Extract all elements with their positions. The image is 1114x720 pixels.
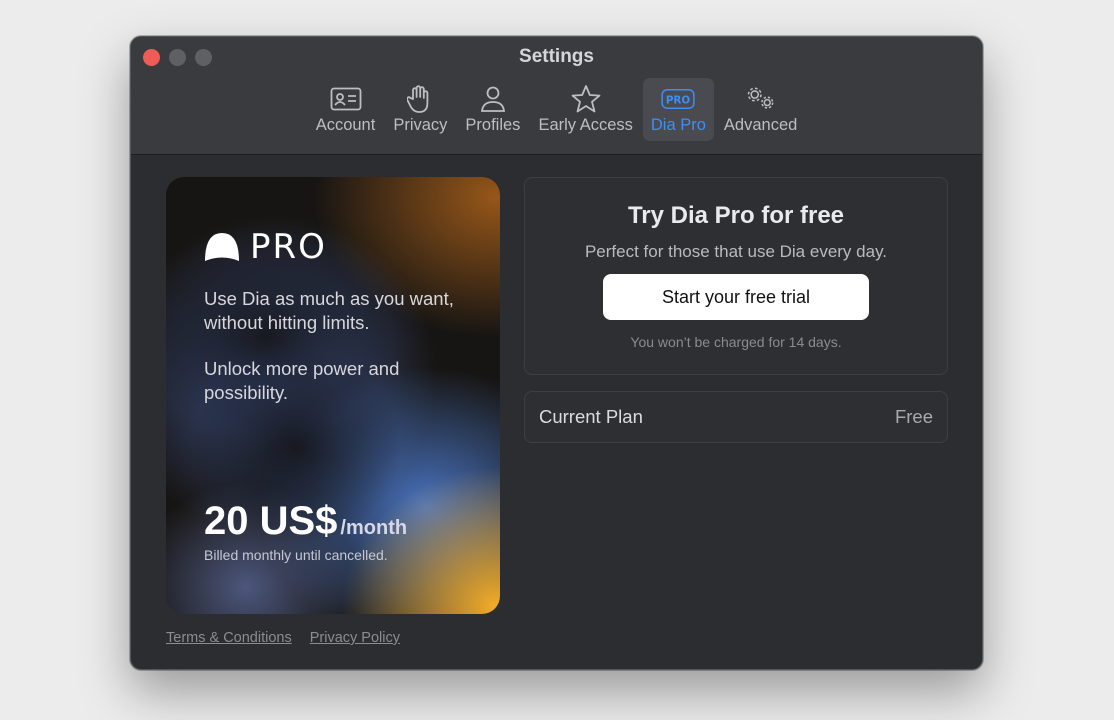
person-icon xyxy=(476,84,510,114)
pro-badge-text: PRO xyxy=(666,94,691,106)
start-free-trial-button[interactable]: Start your free trial xyxy=(603,274,869,320)
current-plan-label: Current Plan xyxy=(539,406,643,427)
titlebar: Settings Account Privacy Profiles Early … xyxy=(131,37,982,155)
billing-note: Billed monthly until cancelled. xyxy=(204,547,388,563)
tab-label: Dia Pro xyxy=(650,116,706,134)
promo-line-2: Unlock more power and possibility. xyxy=(204,358,400,403)
pro-logo-text: PRO xyxy=(250,227,327,267)
price-period: /month xyxy=(340,517,408,539)
contact-card-icon xyxy=(329,84,363,114)
settings-tabs: Account Privacy Profiles Early Access PR… xyxy=(131,78,982,141)
price-amount: 20 US$ xyxy=(204,499,338,543)
tab-privacy[interactable]: Privacy xyxy=(385,78,455,141)
promo-line-1: Use Dia as much as you want, without hit… xyxy=(204,288,454,333)
free-trial-panel: Try Dia Pro for free Perfect for those t… xyxy=(524,177,948,375)
tab-account[interactable]: Account xyxy=(308,78,384,141)
star-icon xyxy=(569,84,603,114)
current-plan-value: Free xyxy=(894,406,933,427)
settings-window: Settings Account Privacy Profiles Early … xyxy=(130,36,983,670)
tab-advanced[interactable]: Advanced xyxy=(716,78,805,141)
tab-label: Account xyxy=(315,116,376,134)
hand-icon xyxy=(403,84,437,114)
tab-label: Early Access xyxy=(538,116,633,134)
pro-promo-card: PRO Use Dia as much as you want, without… xyxy=(166,177,500,614)
trial-heading: Try Dia Pro for free xyxy=(627,202,845,229)
terms-link[interactable]: Terms & Conditions xyxy=(166,630,292,646)
trial-subtitle: Perfect for those that use Dia every day… xyxy=(584,242,888,261)
pro-badge-icon: PRO xyxy=(661,84,696,114)
tab-dia-pro[interactable]: PRO Dia Pro xyxy=(642,78,714,141)
price: 20 US$ /month xyxy=(204,499,407,544)
tab-label: Privacy xyxy=(393,116,448,134)
tab-label: Advanced xyxy=(723,116,798,134)
window-title: Settings xyxy=(519,46,594,67)
gears-icon xyxy=(744,84,778,114)
tab-early-access[interactable]: Early Access xyxy=(530,78,640,141)
trial-note: You won’t be charged for 14 days. xyxy=(630,334,842,350)
legal-links: Terms & Conditions Privacy Policy xyxy=(166,630,400,646)
privacy-policy-link[interactable]: Privacy Policy xyxy=(310,630,400,646)
tab-label: Profiles xyxy=(465,116,521,134)
pro-logo: PRO xyxy=(204,227,327,267)
dia-logo-icon xyxy=(205,233,239,261)
tab-profiles[interactable]: Profiles xyxy=(457,78,528,141)
current-plan-row: Current Plan Free xyxy=(524,391,948,443)
